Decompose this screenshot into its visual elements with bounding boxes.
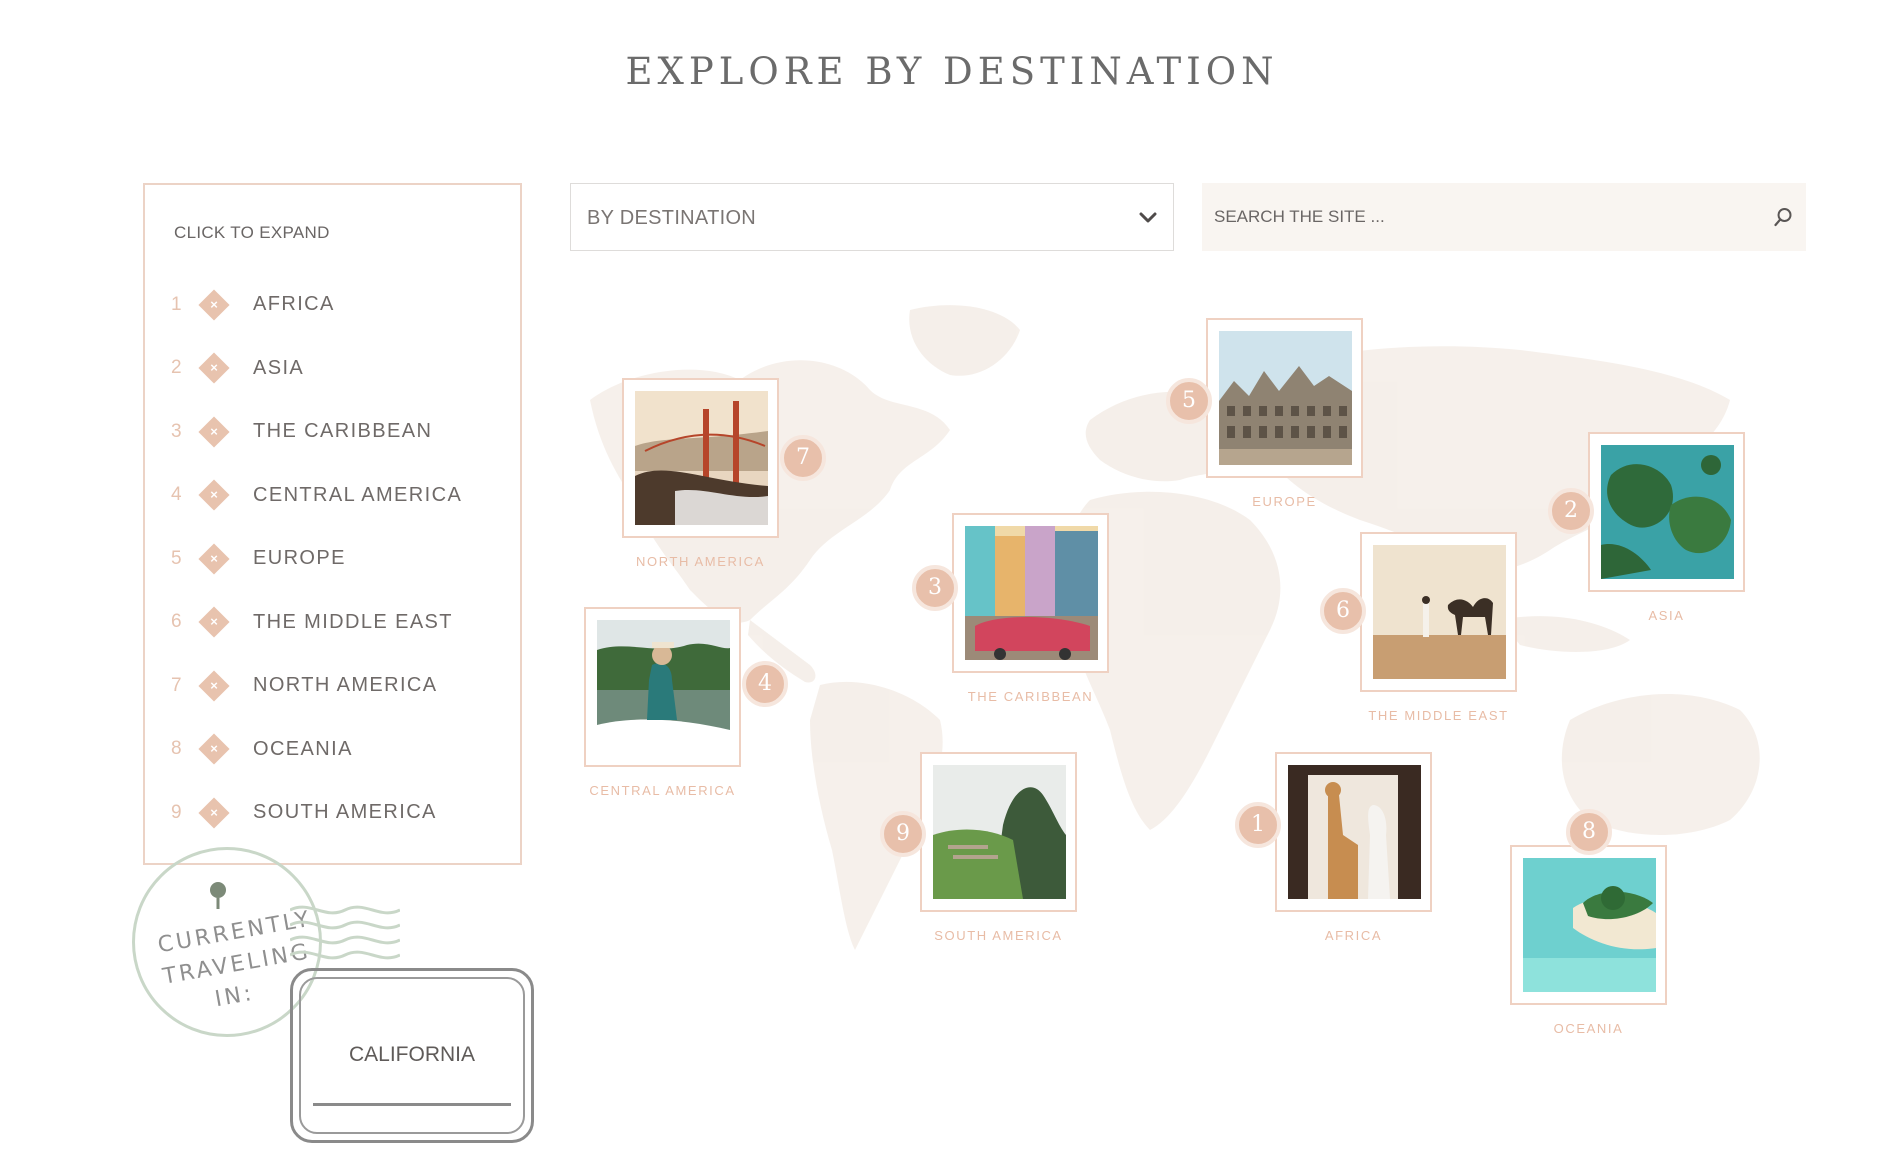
destination-number-pin: 3: [912, 565, 958, 611]
destination-caption: ASIA: [1648, 608, 1685, 623]
destination-sidebar: CLICK TO EXPAND 1 × AFRICA 2 × ASIA 3 × …: [143, 183, 522, 865]
photo-frame: [1588, 432, 1745, 592]
page-title: EXPLORE BY DESTINATION: [625, 50, 1279, 93]
sidebar-item-central-america[interactable]: 4 × CENTRAL AMERICA: [171, 464, 462, 528]
photo-frame: [952, 513, 1109, 673]
photo-frame: [1206, 318, 1363, 478]
photo-frame: [584, 607, 741, 767]
region-label: NORTH AMERICA: [253, 674, 438, 697]
x-icon: ×: [198, 352, 230, 384]
search-icon[interactable]: [1772, 206, 1794, 228]
destination-number-pin: 9: [880, 811, 926, 857]
x-icon: ×: [198, 289, 230, 321]
sidebar-item-the-middle-east[interactable]: 6 × THE MIDDLE EAST: [171, 591, 462, 655]
search-box: [1202, 183, 1806, 251]
continent-greenland: [909, 305, 1020, 376]
sidebar-item-the-caribbean[interactable]: 3 × THE CARIBBEAN: [171, 400, 462, 464]
destination-number-pin: 5: [1166, 378, 1212, 424]
destination-number-pin: 4: [742, 661, 788, 707]
x-icon: ×: [198, 416, 230, 448]
destination-caption: THE MIDDLE EAST: [1368, 708, 1509, 723]
destination-number-pin: 8: [1566, 809, 1612, 855]
photo-frame: [1360, 532, 1517, 692]
machu-picchu-photo: [933, 765, 1066, 899]
sidebar-item-south-america[interactable]: 9 × SOUTH AMERICA: [171, 781, 462, 845]
region-number: 6: [171, 611, 182, 633]
sidebar-item-africa[interactable]: 1 × AFRICA: [171, 273, 462, 337]
destination-caption: SOUTH AMERICA: [934, 928, 1063, 943]
destination-dropdown[interactable]: BY DESTINATION: [570, 183, 1174, 251]
region-number: 1: [171, 293, 182, 315]
destination-number-pin: 2: [1548, 488, 1594, 534]
region-label: CENTRAL AMERICA: [253, 483, 463, 506]
woman-on-boat-photo: [597, 620, 730, 754]
region-label: ASIA: [253, 356, 305, 379]
region-number: 8: [171, 738, 182, 760]
golden-gate-bridge-photo: [635, 391, 768, 525]
destination-caption: NORTH AMERICA: [636, 554, 765, 569]
postmark-waves: [290, 905, 400, 960]
sidebar-heading[interactable]: CLICK TO EXPAND: [174, 223, 330, 243]
tropical-islands-photo: [1601, 445, 1734, 579]
x-icon: ×: [198, 797, 230, 829]
region-label: THE MIDDLE EAST: [253, 610, 453, 633]
location-underline: [313, 1103, 511, 1106]
region-number: 9: [171, 801, 182, 823]
current-location-box: CALIFORNIA: [290, 968, 534, 1143]
palm-island-photo: [1523, 858, 1656, 992]
x-icon: ×: [198, 479, 230, 511]
map-pin-icon: [210, 882, 226, 909]
destination-caption: AFRICA: [1324, 928, 1383, 943]
current-location: CALIFORNIA: [348, 1043, 476, 1066]
x-icon: ×: [198, 543, 230, 575]
search-input[interactable]: [1202, 183, 1742, 251]
region-label: SOUTH AMERICA: [253, 801, 437, 824]
photo-frame: [622, 378, 779, 538]
grand-place-buildings-photo: [1219, 331, 1352, 465]
region-label: THE CARIBBEAN: [253, 420, 433, 443]
region-number: 5: [171, 547, 182, 569]
region-number: 4: [171, 484, 182, 506]
region-label: AFRICA: [253, 293, 335, 316]
destination-caption: THE CARIBBEAN: [967, 689, 1094, 704]
region-list: 1 × AFRICA 2 × ASIA 3 × THE CARIBBEAN 4 …: [171, 273, 462, 845]
sidebar-item-oceania[interactable]: 8 × OCEANIA: [171, 718, 462, 782]
x-icon: ×: [198, 733, 230, 765]
vintage-car-street-photo: [965, 526, 1098, 660]
destination-caption: OCEANIA: [1553, 1021, 1624, 1036]
x-icon: ×: [198, 670, 230, 702]
photo-frame: [1510, 845, 1667, 1005]
destination-caption: CENTRAL AMERICA: [589, 783, 736, 798]
stamp-line-3: IN:: [213, 980, 257, 1013]
giraffe-window-photo: [1288, 765, 1421, 899]
destination-number-pin: 6: [1320, 588, 1366, 634]
sidebar-item-asia[interactable]: 2 × ASIA: [171, 337, 462, 401]
desert-camel-photo: [1373, 545, 1506, 679]
photo-frame: [920, 752, 1077, 912]
sidebar-item-north-america[interactable]: 7 × NORTH AMERICA: [171, 654, 462, 718]
region-number: 3: [171, 420, 182, 442]
dropdown-selected-value: BY DESTINATION: [587, 207, 757, 229]
destination-number-pin: 7: [780, 435, 826, 481]
destination-number-pin: 1: [1235, 802, 1281, 848]
x-icon: ×: [198, 606, 230, 638]
region-number: 7: [171, 674, 182, 696]
region-label: OCEANIA: [253, 737, 353, 760]
photo-frame: [1275, 752, 1432, 912]
destination-caption: EUROPE: [1252, 494, 1317, 509]
region-label: EUROPE: [253, 547, 346, 570]
sidebar-item-europe[interactable]: 5 × EUROPE: [171, 527, 462, 591]
region-number: 2: [171, 357, 182, 379]
chevron-down-icon: [1139, 212, 1157, 223]
